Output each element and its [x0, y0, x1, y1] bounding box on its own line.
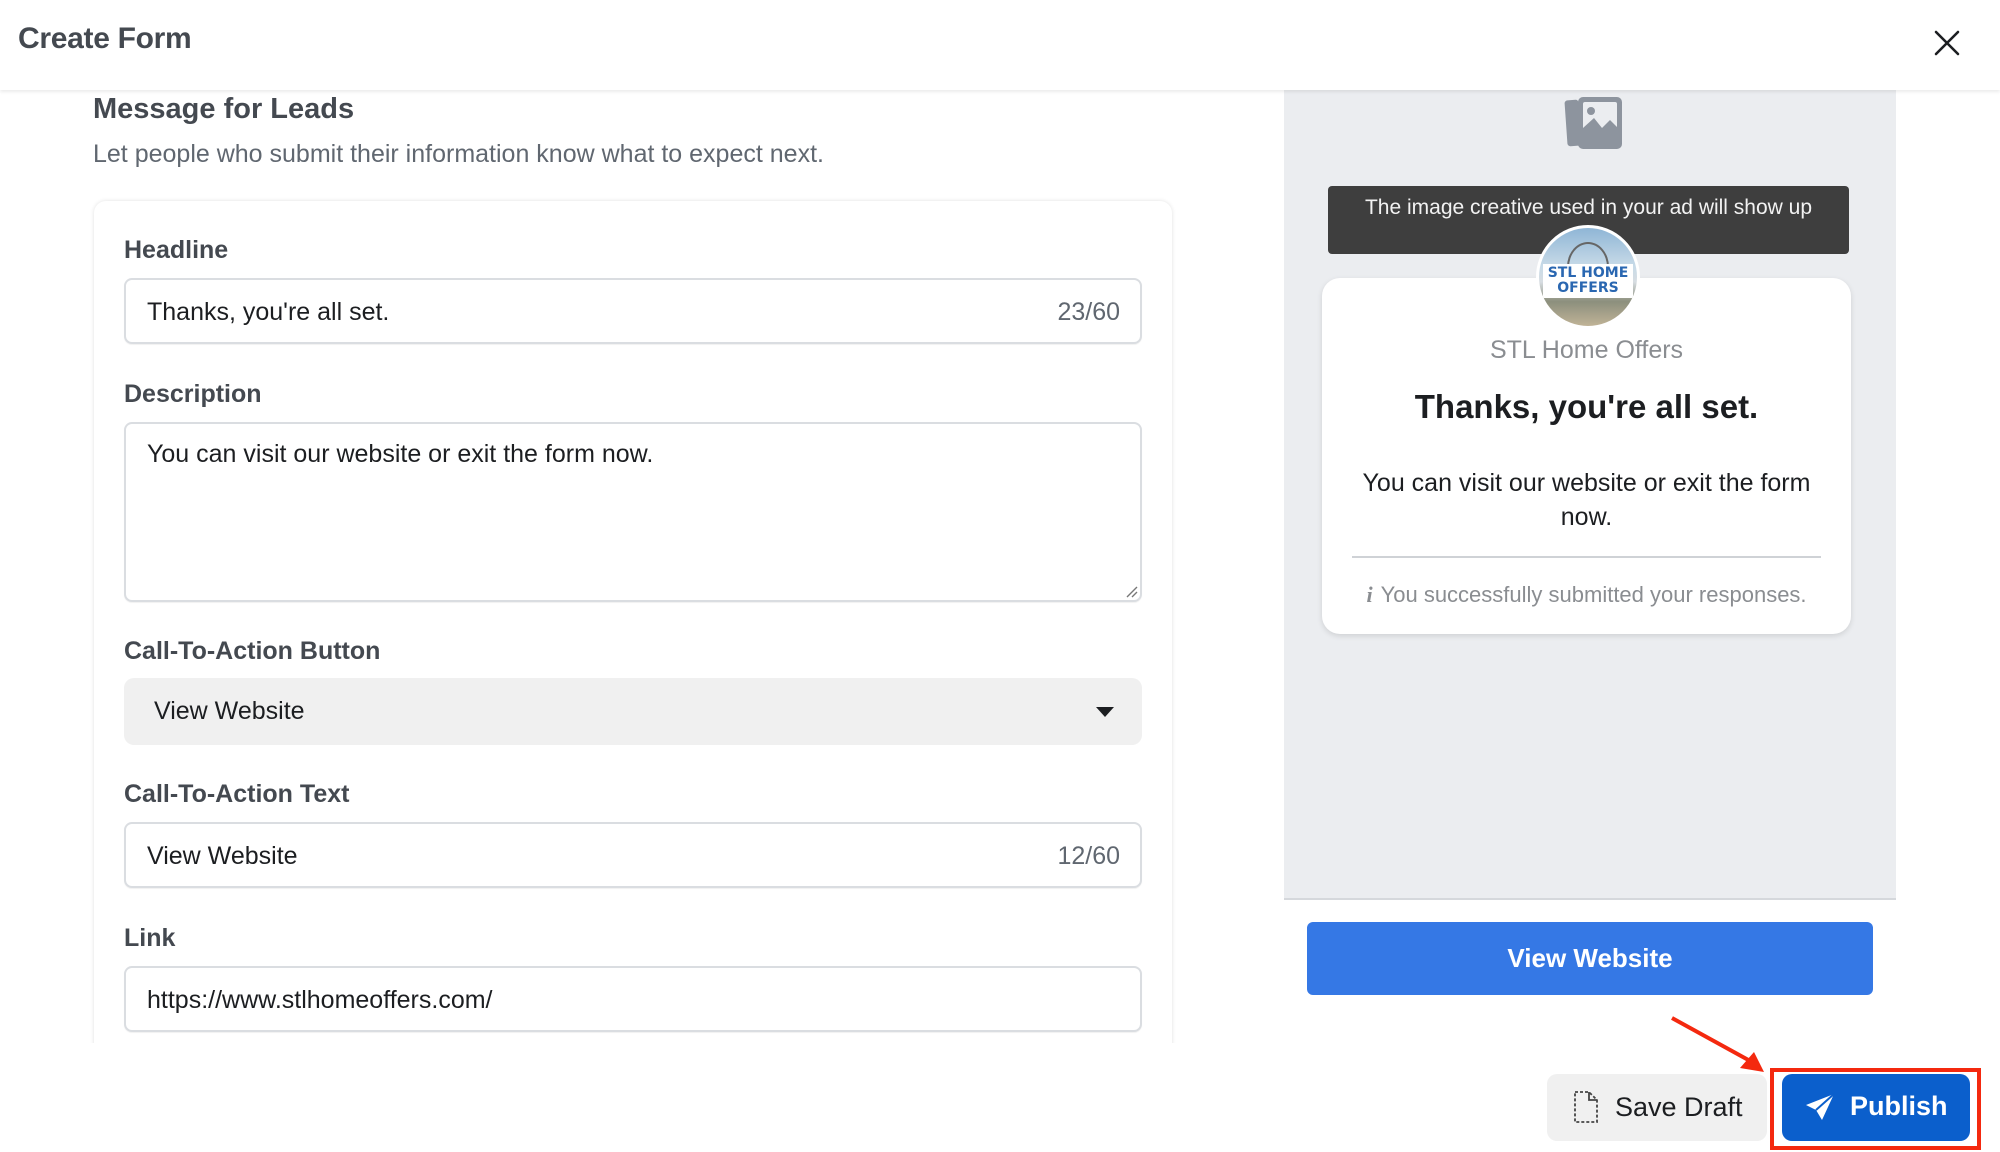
preview-note: i You successfully submitted your respons…	[1322, 582, 1851, 608]
publish-button[interactable]: Publish	[1782, 1074, 1970, 1141]
preview-view-website-button[interactable]: View Website	[1307, 922, 1873, 995]
headline-char-count: 23/60	[1057, 298, 1120, 326]
document-icon	[1574, 1091, 1598, 1123]
preview-headline: Thanks, you're all set.	[1414, 388, 1759, 425]
description-value: You can visit our website or exit the fo…	[147, 440, 654, 468]
brand-avatar: STL HOME OFFERS	[1536, 225, 1640, 329]
paper-plane-icon	[1806, 1093, 1835, 1120]
preview-divider	[1352, 556, 1821, 558]
cta-button-select[interactable]: View Website	[124, 678, 1142, 745]
form-editor: Message for Leads Let people who submit …	[0, 90, 1260, 1043]
headline-value: Thanks, you're all set.	[147, 298, 390, 326]
info-icon: i	[1366, 582, 1373, 607]
link-input[interactable]: https://www.stlhomeoffers.com/	[124, 966, 1142, 1032]
preview-card: STL Home Offers Thanks, you're all set. …	[1322, 278, 1851, 634]
cta-text-value: View Website	[147, 842, 298, 870]
publish-label: Publish	[1850, 1091, 1948, 1121]
logo-line-2: OFFERS	[1557, 280, 1619, 296]
section-subtitle: Let people who submit their information …	[93, 140, 824, 168]
preview-description: You can visit our website or exit the fo…	[1362, 469, 1811, 531]
link-label: Link	[124, 924, 176, 952]
form-preview: The image creative used in your ad will …	[1284, 90, 1896, 900]
save-draft-button[interactable]: Save Draft	[1547, 1074, 1767, 1141]
preview-brand-name: STL Home Offers	[1489, 336, 1684, 364]
close-button[interactable]	[1924, 20, 1970, 66]
form-card: Headline Thanks, you're all set. 23/60 D…	[94, 201, 1172, 1043]
cta-text-char-count: 12/60	[1057, 842, 1120, 870]
cta-button-label: Call-To-Action Button	[124, 637, 381, 665]
image-icon	[1564, 97, 1622, 149]
description-textarea[interactable]: You can visit our website or exit the fo…	[124, 422, 1142, 602]
preview-note-text: You successfully submitted your response…	[1380, 582, 1807, 607]
link-value: https://www.stlhomeoffers.com/	[147, 986, 493, 1014]
headline-label: Headline	[124, 236, 229, 264]
close-icon	[1934, 30, 1960, 56]
cta-text-input[interactable]: View Website 12/60	[124, 822, 1142, 888]
headline-input[interactable]: Thanks, you're all set. 23/60	[124, 278, 1142, 344]
modal-header: Create Form	[0, 0, 2000, 90]
cta-button-selected: View Website	[154, 697, 305, 725]
annotation-arrow-icon	[1671, 1016, 1764, 1072]
logo-line-1: STL HOME	[1547, 265, 1629, 281]
section-title: Message for Leads	[93, 93, 355, 125]
save-draft-label: Save Draft	[1615, 1092, 1743, 1122]
caret-down-icon	[1096, 707, 1114, 717]
brand-logo: STL HOME OFFERS	[1543, 264, 1633, 298]
modal-title: Create Form	[18, 22, 192, 55]
resize-handle-icon[interactable]	[1124, 584, 1138, 598]
cta-text-label: Call-To-Action Text	[124, 780, 350, 808]
description-label: Description	[124, 380, 262, 408]
